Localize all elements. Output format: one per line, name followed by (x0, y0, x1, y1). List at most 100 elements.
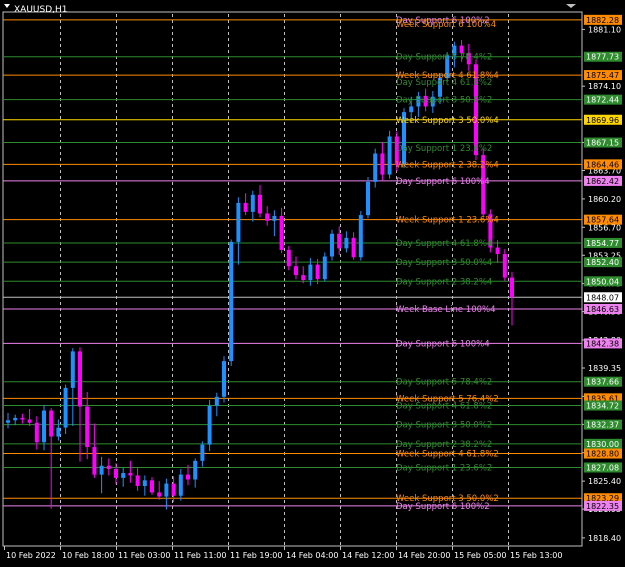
price-tag: 1852.40 (584, 257, 622, 268)
candle-body (56, 427, 61, 437)
candle-body (171, 483, 176, 496)
candle-body (315, 264, 320, 280)
price-tag-label: 1852.40 (586, 258, 619, 267)
price-tag-label: 1850.04 (586, 277, 619, 286)
candle-body (279, 215, 284, 250)
level-label: Week Support 3 50.0%4 (396, 116, 499, 126)
price-tag-label: 1869.96 (586, 116, 619, 125)
level-label: Week Base Line 100%4 (396, 305, 496, 315)
chart-header: XAUUSD,H1 (4, 4, 576, 15)
candlestick-chart[interactable]: Day Support 6 100%2 Week Support 6 100%4 D… (0, 0, 625, 567)
price-tag-label: 1857.64 (586, 216, 619, 225)
price-tag-label: 1846.63 (586, 305, 619, 314)
price-tag: 1864.46 (584, 159, 622, 170)
candle-body (186, 474, 190, 480)
y-tick-label: 1881.10 (588, 25, 621, 34)
candle (70, 348, 75, 426)
price-tag-label: 1872.44 (586, 96, 619, 105)
candle-body (351, 237, 356, 258)
x-tick-label: 11 Feb 19:00 (230, 551, 282, 560)
candle-body (27, 419, 32, 423)
candle-body (63, 387, 68, 428)
candle (157, 481, 162, 500)
x-tick-label: 15 Feb 05:00 (454, 551, 506, 560)
price-tag: 1882.28 (584, 14, 622, 25)
price-tag: 1867.15 (584, 137, 622, 148)
price-tag: 1828.80 (584, 448, 622, 459)
price-tag: 1869.96 (584, 114, 622, 125)
candle-body (358, 215, 363, 258)
chart-window[interactable]: Day Support 6 100%2 Week Support 6 100%4 D… (0, 0, 625, 567)
candle (301, 266, 306, 284)
candle (243, 193, 248, 216)
candle-body (142, 480, 147, 486)
candle (351, 232, 356, 260)
candle-body (178, 474, 183, 496)
candle (272, 210, 277, 237)
price-tag: 1877.73 (584, 51, 622, 62)
level-label: Day Support 5 78.4%2 (396, 53, 492, 63)
candle (92, 423, 97, 478)
y-tick-label: 1825.40 (588, 477, 621, 486)
level-label: Day Support 5 78.4%2 (396, 378, 492, 388)
x-tick-label: 14 Feb 20:00 (398, 551, 450, 560)
candle (142, 475, 147, 496)
candle (207, 400, 212, 452)
candle-body (92, 447, 97, 475)
price-tag-label: 1828.80 (586, 450, 619, 459)
level-label: Day Support 4 61.8%4 (396, 239, 492, 249)
candle-body (222, 361, 226, 397)
price-tag: 1827.08 (584, 462, 622, 473)
candle-body (85, 406, 90, 448)
level-label: Day Support 4 61.8%2 (396, 402, 492, 412)
x-tick-label: 15 Feb 13:00 (510, 551, 562, 560)
candle-body (135, 475, 140, 486)
candle (193, 458, 198, 488)
y-tick-label: 1818.40 (588, 534, 621, 543)
price-tag-label: 1830.00 (586, 440, 619, 449)
scroll-triangle-icon[interactable] (566, 4, 576, 8)
price-tag-label: 1864.46 (586, 160, 619, 169)
candle-body (409, 106, 414, 113)
x-tick-label: 11 Feb 03:00 (118, 551, 170, 560)
x-tick-label: 14 Feb 04:00 (286, 551, 338, 560)
price-tag-label: 1832.37 (586, 421, 619, 430)
level-label: Day Support 4 61.8%2 (396, 78, 492, 88)
y-tick-label: 1874.10 (588, 82, 621, 91)
candle (380, 142, 385, 181)
candle (128, 460, 133, 483)
candle (279, 207, 284, 254)
candle (200, 441, 205, 467)
candle-body (200, 444, 205, 461)
candle-body (294, 266, 298, 276)
candle (236, 197, 241, 265)
candle (495, 240, 500, 263)
candle-body (330, 233, 334, 257)
candle-body (502, 254, 507, 278)
price-tag-label: 1827.08 (586, 463, 619, 472)
price-tag: 1837.66 (584, 376, 622, 387)
level-label: Day Support 1 23.6%2 (396, 463, 492, 473)
candle-body (387, 136, 392, 175)
chart-title: XAUUSD,H1 (14, 5, 68, 15)
price-tag-label: 1875.47 (586, 71, 619, 80)
candle (114, 463, 118, 485)
candle-body (70, 351, 75, 388)
candle-body (258, 194, 262, 214)
price-tag: 1875.47 (584, 70, 622, 81)
price-tag: 1850.04 (584, 276, 622, 287)
price-tag: 1842.38 (584, 338, 622, 349)
candle (322, 252, 327, 282)
candle-body (322, 256, 327, 280)
candle-body (193, 460, 198, 480)
level-label: Day Support 1 23.6%2 (396, 144, 492, 154)
candle-body (366, 181, 370, 216)
menu-triangle-icon[interactable] (4, 4, 10, 8)
candle (330, 229, 334, 261)
x-tick-label: 14 Feb 12:00 (342, 551, 394, 560)
level-label: Week Support 6 100%4 (396, 20, 496, 30)
level-label: Week Support 4 61.8%2 (396, 450, 499, 460)
candle (99, 456, 104, 494)
price-tag: 1872.44 (584, 94, 622, 105)
level-lines (3, 19, 582, 507)
